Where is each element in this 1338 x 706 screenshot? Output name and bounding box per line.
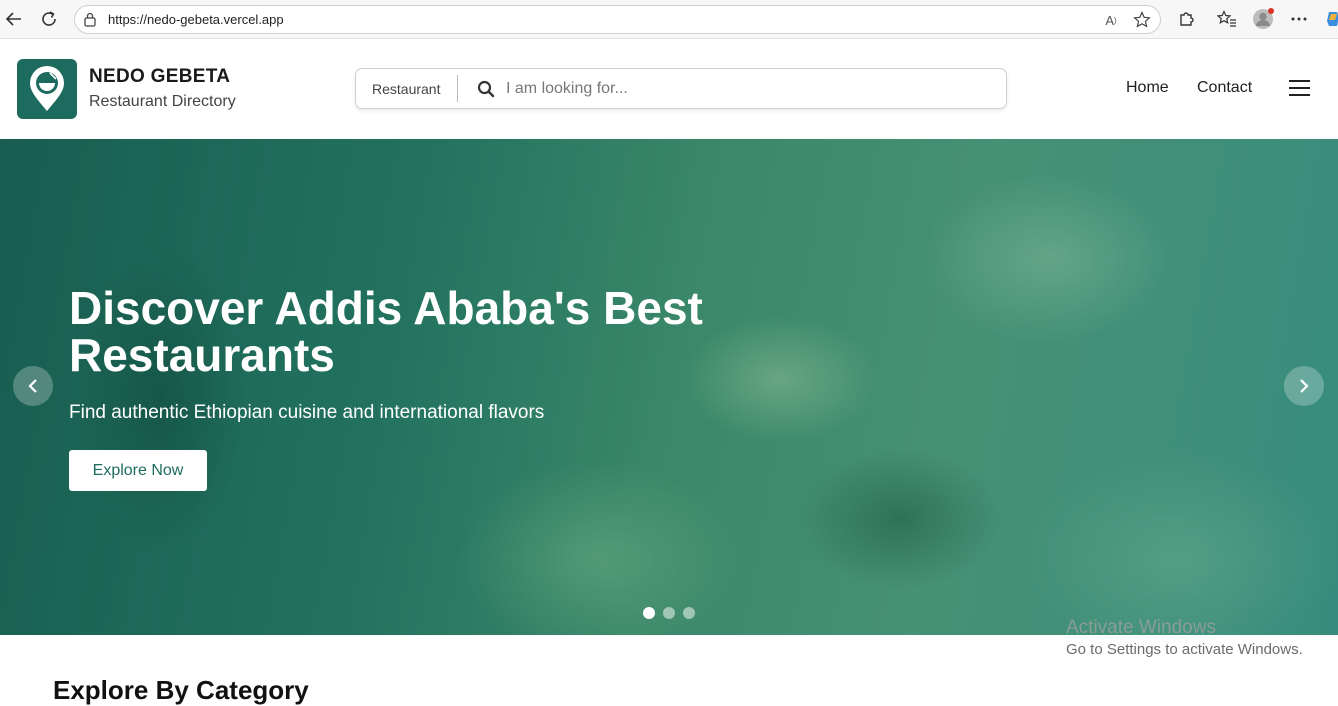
search-bar: Restaurant	[355, 68, 1007, 109]
chevron-left-icon	[28, 379, 37, 393]
site-header: NEDO GEBETA Restaurant Directory Restaur…	[0, 39, 1338, 139]
url-text[interactable]: https://nedo-gebeta.vercel.app	[108, 12, 284, 27]
windows-watermark-subtitle: Go to Settings to activate Windows.	[1066, 641, 1303, 658]
back-icon[interactable]	[2, 8, 26, 30]
more-icon[interactable]	[1288, 8, 1310, 30]
search-category-select[interactable]: Restaurant	[372, 81, 440, 97]
windows-watermark-title: Activate Windows	[1066, 617, 1216, 638]
hero-carousel: Discover Addis Ababa's Best Restaurants …	[0, 139, 1338, 635]
address-bar[interactable]: https://nedo-gebeta.vercel.app A)	[74, 5, 1161, 34]
explore-category-title: Explore By Category	[53, 675, 309, 705]
nav-home-link[interactable]: Home	[1126, 79, 1169, 97]
hero-subtitle: Find authentic Ethiopian cuisine and int…	[69, 402, 545, 423]
brand-logo[interactable]	[17, 59, 77, 119]
explore-now-button[interactable]: Explore Now	[69, 450, 207, 491]
hero-title: Discover Addis Ababa's Best Restaurants	[69, 282, 703, 381]
carousel-next-button[interactable]	[1284, 366, 1324, 406]
extensions-icon[interactable]	[1175, 8, 1197, 30]
hamburger-menu-icon[interactable]	[1289, 80, 1311, 98]
carousel-indicators	[643, 607, 695, 619]
profile-avatar[interactable]	[1252, 8, 1274, 30]
search-input[interactable]	[506, 77, 986, 101]
lock-icon[interactable]	[83, 12, 97, 32]
copilot-icon[interactable]	[1322, 8, 1338, 30]
favorites-icon[interactable]	[1216, 8, 1238, 30]
brand-tagline: Restaurant Directory	[89, 93, 236, 110]
browser-toolbar: https://nedo-gebeta.vercel.app A)	[0, 0, 1338, 39]
refresh-icon[interactable]	[37, 8, 61, 30]
hero-image-overlay	[0, 139, 1338, 635]
nav-contact-link[interactable]: Contact	[1197, 79, 1252, 97]
search-icon	[477, 80, 495, 103]
location-pin-icon	[30, 66, 64, 111]
search-divider	[457, 75, 458, 102]
read-aloud-icon[interactable]: A)	[1102, 11, 1120, 29]
carousel-dot-2[interactable]	[663, 607, 675, 619]
favorite-star-icon[interactable]	[1133, 11, 1151, 29]
carousel-dot-1[interactable]	[643, 607, 655, 619]
carousel-dot-3[interactable]	[683, 607, 695, 619]
brand-name[interactable]: NEDO GEBETA	[89, 66, 230, 88]
chevron-right-icon	[1300, 379, 1309, 393]
carousel-prev-button[interactable]	[13, 366, 53, 406]
